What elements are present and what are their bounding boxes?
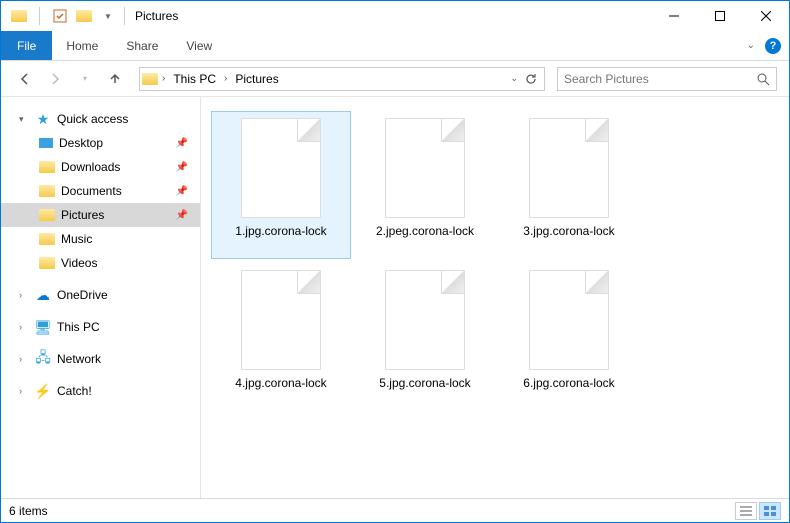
caret-icon[interactable]: › [19,322,29,332]
file-icon [241,118,321,218]
sidebar-item-music[interactable]: Music [1,227,200,251]
tab-view[interactable]: View [172,31,226,60]
item-count: 6 items [9,504,48,518]
pin-icon: 📌 [176,138,188,149]
minimize-button[interactable] [651,1,697,31]
chevron-right-icon[interactable]: › [162,73,165,84]
search-placeholder: Search Pictures [564,72,649,86]
sidebar-item-label: Videos [61,256,97,270]
folder-icon [39,185,55,197]
refresh-icon[interactable] [524,72,538,86]
sidebar-item-label: Desktop [59,136,103,150]
sidebar-catch[interactable]: › ⚡ Catch! [1,379,200,403]
sidebar-label: Catch! [57,384,92,398]
ribbon: File Home Share View ⌄ ? [1,31,789,61]
caret-icon[interactable]: › [19,386,29,396]
search-input[interactable]: Search Pictures [557,67,777,91]
file-item[interactable]: 3.jpg.corona-lock [499,111,639,259]
sidebar-item-label: Pictures [61,208,104,222]
file-icon [529,270,609,370]
desktop-icon [39,138,53,148]
folder-icon [39,233,55,245]
file-name: 4.jpg.corona-lock [235,376,326,392]
sidebar-item-documents[interactable]: Documents 📌 [1,179,200,203]
quick-access-toolbar: ▼ [9,6,118,26]
address-bar[interactable]: › This PC › Pictures ⌄ [139,67,545,91]
maximize-button[interactable] [697,1,743,31]
up-button[interactable] [103,67,127,91]
file-tab[interactable]: File [1,31,52,60]
title-bar: ▼ Pictures [1,1,789,31]
tab-home[interactable]: Home [52,31,112,60]
sidebar-label: Quick access [57,112,128,126]
file-icon [241,270,321,370]
sidebar-item-label: Music [61,232,92,246]
qat-dropdown-icon[interactable]: ▼ [98,6,118,26]
caret-icon[interactable]: ▾ [19,114,29,125]
sidebar-onedrive[interactable]: › ☁ OneDrive [1,283,200,307]
sidebar-item-label: Downloads [61,160,120,174]
address-dropdown-icon[interactable]: ⌄ [510,73,518,84]
chevron-right-icon[interactable]: › [224,73,227,84]
window-title: Pictures [135,9,178,23]
sidebar-label: Network [57,352,101,366]
forward-button[interactable] [43,67,67,91]
new-folder-icon[interactable] [74,6,94,26]
sidebar-label: This PC [57,320,100,334]
pin-icon: 📌 [176,186,188,197]
search-icon[interactable] [756,72,770,86]
folder-icon [39,257,55,269]
close-button[interactable] [743,1,789,31]
file-name: 6.jpg.corona-lock [523,376,614,392]
pin-icon: 📌 [176,210,188,221]
breadcrumb-this-pc[interactable]: This PC [169,72,220,86]
file-icon [385,270,465,370]
file-name: 1.jpg.corona-lock [235,224,326,240]
sidebar-item-videos[interactable]: Videos [1,251,200,275]
ribbon-collapse-icon[interactable]: ⌄ [747,40,755,51]
file-item[interactable]: 5.jpg.corona-lock [355,263,495,411]
sidebar-item-downloads[interactable]: Downloads 📌 [1,155,200,179]
star-icon: ★ [35,111,51,127]
caret-icon[interactable]: › [19,354,29,364]
breadcrumb-pictures[interactable]: Pictures [231,72,282,86]
folder-icon [39,209,55,221]
files-pane[interactable]: 1.jpg.corona-lock 2.jpeg.corona-lock 3.j… [201,97,789,498]
file-name: 2.jpeg.corona-lock [376,224,474,240]
properties-icon[interactable] [50,6,70,26]
view-details-button[interactable] [735,502,757,520]
sidebar-label: OneDrive [57,288,108,302]
status-bar: 6 items [1,498,789,522]
sidebar-item-label: Documents [61,184,122,198]
file-item[interactable]: 6.jpg.corona-lock [499,263,639,411]
sidebar-this-pc[interactable]: › 🖥 This PC [1,315,200,339]
folder-icon [39,161,55,173]
file-item[interactable]: 1.jpg.corona-lock [211,111,351,259]
navigation-pane: ▾ ★ Quick access Desktop 📌 Downloads 📌 D… [1,97,201,498]
recent-dropdown-icon[interactable]: ▾ [73,67,97,91]
sidebar-network[interactable]: › 🖧 Network [1,347,200,371]
help-icon[interactable]: ? [765,38,781,54]
view-icons-button[interactable] [759,502,781,520]
file-icon [385,118,465,218]
pc-icon: 🖥 [35,319,51,335]
network-icon: 🖧 [35,351,51,367]
catch-icon: ⚡ [35,383,51,399]
file-name: 3.jpg.corona-lock [523,224,614,240]
file-icon [529,118,609,218]
sidebar-item-pictures[interactable]: Pictures 📌 [1,203,200,227]
address-folder-icon [142,73,158,85]
file-item[interactable]: 4.jpg.corona-lock [211,263,351,411]
caret-icon[interactable]: › [19,290,29,300]
file-name: 5.jpg.corona-lock [379,376,470,392]
sidebar-item-desktop[interactable]: Desktop 📌 [1,131,200,155]
tab-share[interactable]: Share [112,31,172,60]
pin-icon: 📌 [176,162,188,173]
onedrive-icon: ☁ [35,287,51,303]
explorer-icon [9,6,29,26]
file-item[interactable]: 2.jpeg.corona-lock [355,111,495,259]
navigation-bar: ▾ › This PC › Pictures ⌄ Search Pictures [1,61,789,97]
back-button[interactable] [13,67,37,91]
sidebar-quick-access[interactable]: ▾ ★ Quick access [1,107,200,131]
